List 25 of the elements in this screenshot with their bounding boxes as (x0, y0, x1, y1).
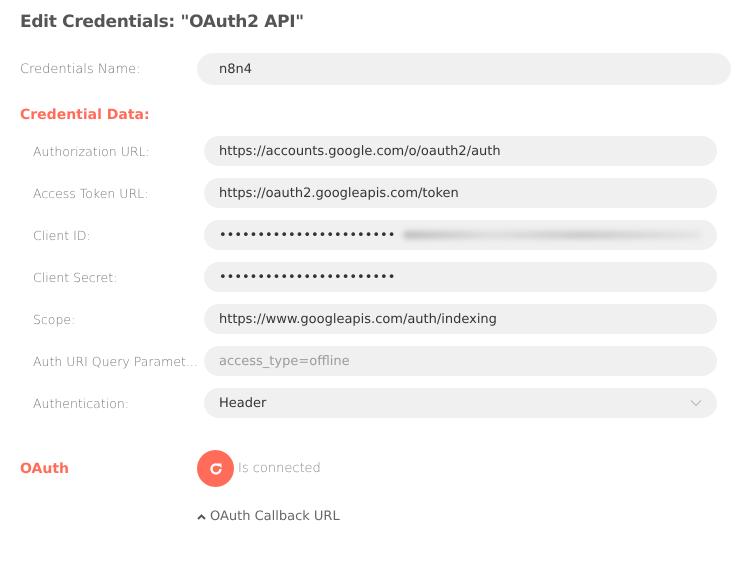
refresh-icon (208, 460, 224, 476)
field-label: Authorization URL: (33, 144, 151, 158)
caret-icon (197, 514, 206, 520)
select-field[interactable]: Header (204, 388, 717, 418)
field-label: Client ID: (33, 228, 92, 242)
dialog-title: Edit Credentials: "OAuth2 API" (20, 12, 305, 32)
field-label: Authentication: (33, 396, 130, 410)
text-field[interactable]: https://www.googleapis.com/auth/indexing (204, 304, 717, 334)
chevron-down-icon (690, 399, 702, 407)
section-title: Credential Data: (20, 107, 151, 123)
text-field[interactable]: https://oauth2.googleapis.com/token (204, 178, 717, 208)
field-label: Access Token URL: (33, 186, 150, 200)
connection-status: Is connected (238, 461, 321, 476)
text-field[interactable]: access_type=offline (204, 346, 717, 376)
section-title: OAuth (20, 460, 70, 476)
text-field[interactable]: ••••••••••••••••••••••• (204, 220, 717, 250)
callback-url-toggle[interactable]: OAuth Callback URL (197, 509, 340, 524)
text-field[interactable]: https://accounts.google.com/o/oauth2/auth (204, 136, 717, 166)
name-field[interactable]: n8n4 (197, 53, 731, 85)
field-label: Client Secret: (33, 270, 118, 284)
reconnect-button[interactable] (197, 450, 234, 487)
field-label: Credentials Name: (20, 62, 142, 76)
password-field[interactable]: ••••••••••••••••••••••• (204, 262, 717, 292)
field-label: Scope: (33, 312, 76, 326)
field-label: Auth URI Query Paramet... (33, 354, 199, 368)
